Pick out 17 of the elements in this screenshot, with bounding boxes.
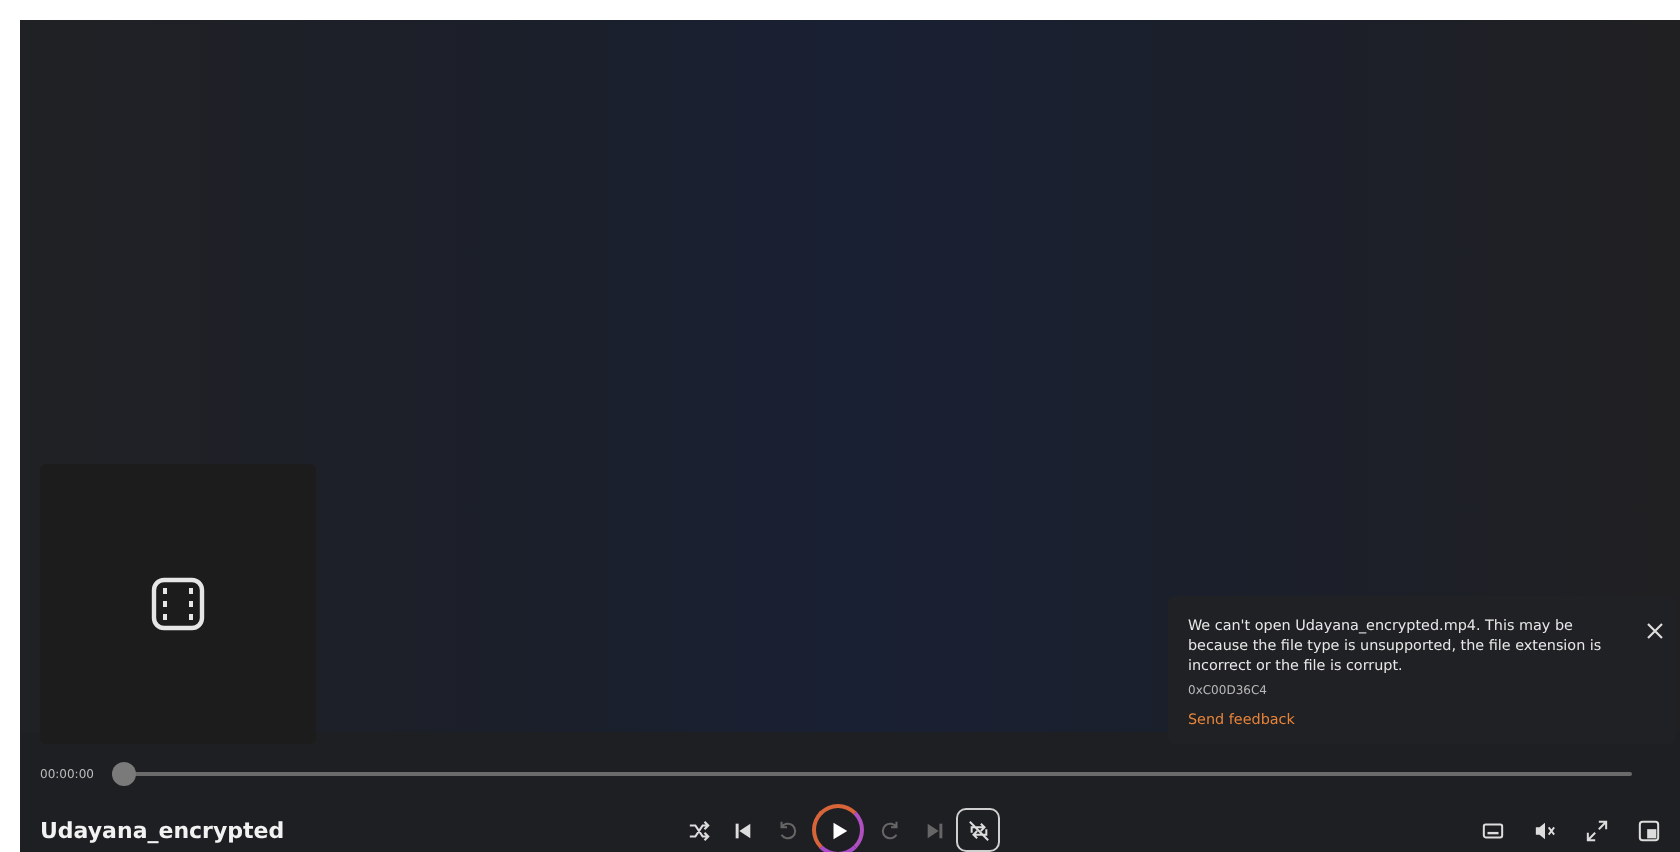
captions-icon: [1481, 819, 1503, 841]
seek-bar[interactable]: [112, 762, 1632, 786]
fullscreen-icon: [1585, 819, 1607, 841]
play-button[interactable]: [812, 804, 864, 852]
film-icon: [150, 576, 206, 632]
previous-icon: [731, 819, 753, 841]
repeat-icon: [967, 819, 989, 841]
close-icon[interactable]: [1646, 622, 1664, 640]
miniplayer-icon: [1637, 819, 1659, 841]
shuffle-icon: [687, 819, 709, 841]
next-icon: [923, 819, 945, 841]
media-title: Udayana_encrypted: [40, 817, 287, 843]
rewind-icon: [775, 819, 797, 841]
volume-icon: [1533, 819, 1555, 841]
forward-icon: [879, 819, 901, 841]
repeat-button[interactable]: [960, 812, 996, 848]
seek-handle[interactable]: [112, 762, 136, 786]
